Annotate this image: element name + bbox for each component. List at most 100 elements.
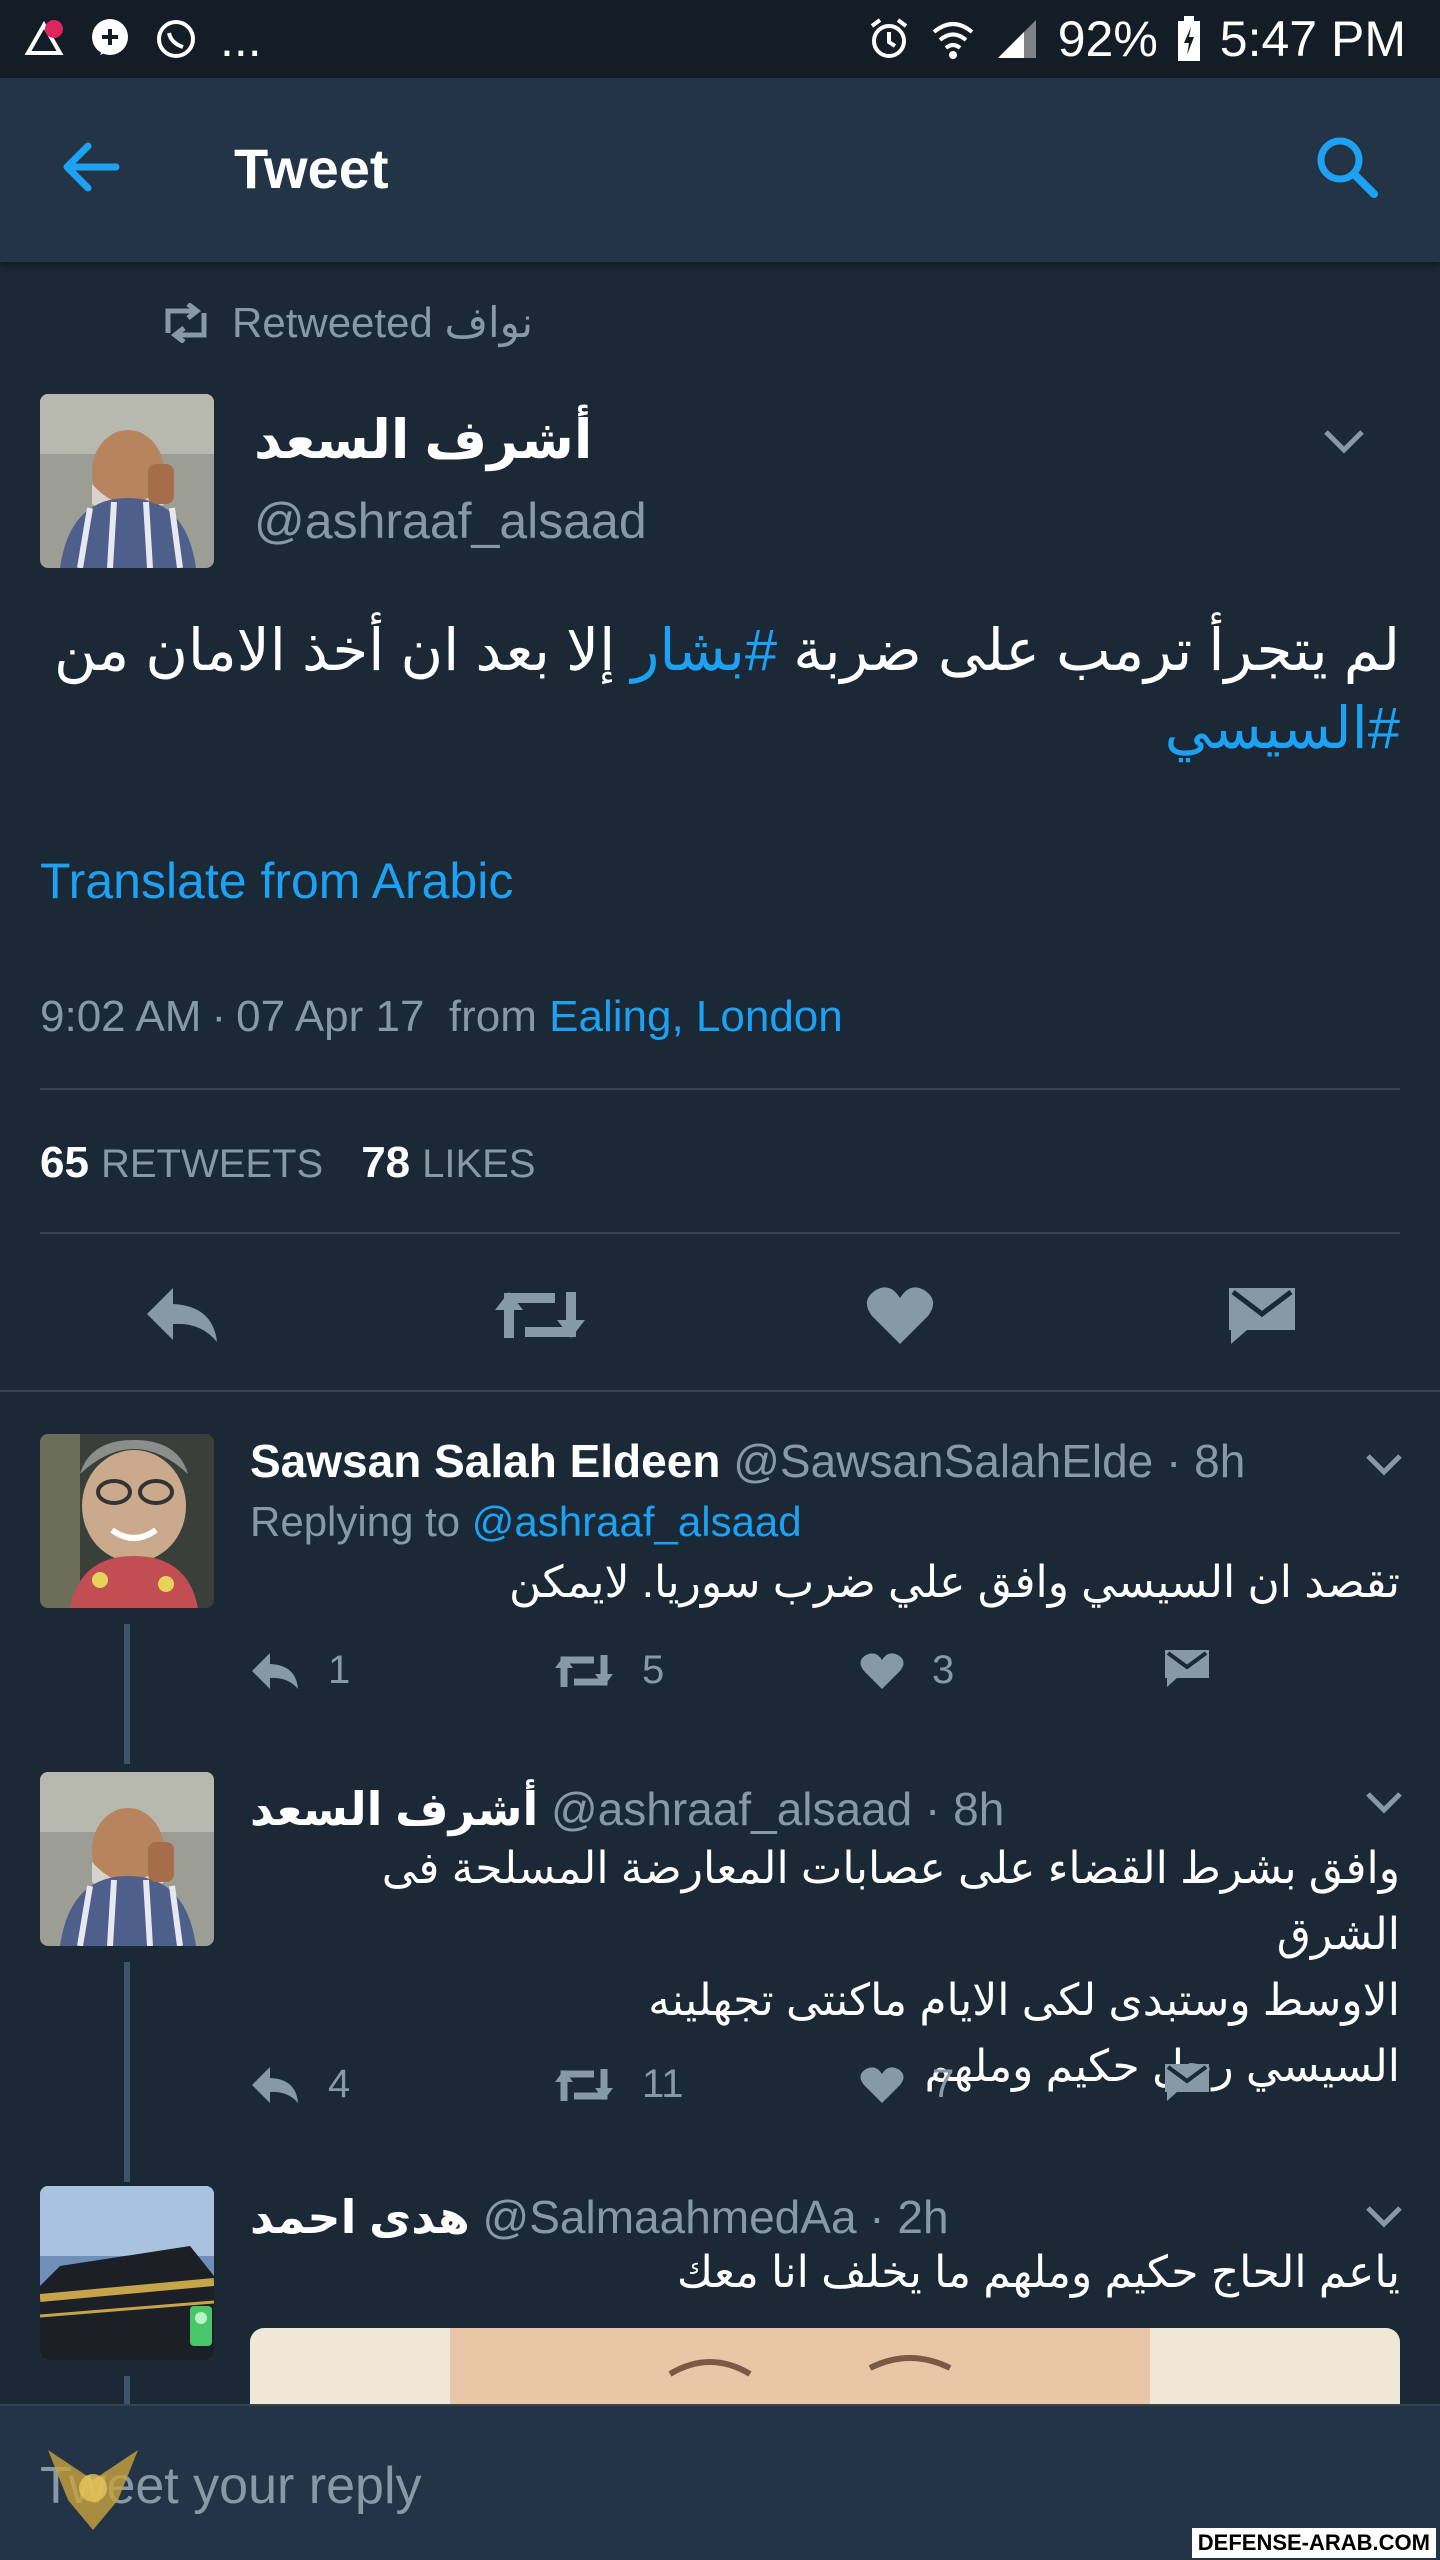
reply-author-name[interactable]: أشرف السعد [250, 1783, 538, 1835]
reply-action-reply[interactable]: 1 [250, 1648, 350, 1693]
battery-percent: 92% [1057, 11, 1158, 67]
avatar[interactable] [40, 394, 214, 568]
reply-media-image[interactable] [250, 2328, 1400, 2404]
signal-icon [997, 20, 1036, 58]
reply-action-like[interactable]: 3 [860, 1648, 954, 1693]
tweet-date: 07 Apr 17 [236, 992, 425, 1041]
whatsapp-icon [157, 20, 195, 58]
thread-line [124, 1962, 130, 2182]
reply-author-name[interactable]: هدى احمد [250, 2191, 470, 2243]
reply-handle-time: @SawsanSalahElde · 8h [733, 1435, 1246, 1487]
reply-text: تقصد ان السيسي وافق علي ضرب سوريا. لايمك… [509, 1558, 1400, 1607]
wifi-icon [932, 22, 973, 59]
like-count: 7 [932, 2062, 955, 2106]
direct-message-button[interactable] [1212, 1270, 1312, 1360]
retweets-count: 65 [40, 1138, 89, 1187]
reply-author-photo [40, 1434, 214, 1608]
author-photo [40, 394, 214, 568]
status-left: ... [22, 11, 262, 67]
retweets-count-group[interactable]: 65 RETWEETS [40, 1138, 323, 1188]
reply-icon [252, 1652, 298, 1689]
reply-author-name[interactable]: Sawsan Salah Eldeen [250, 1435, 720, 1487]
reply-action-message[interactable] [1164, 1648, 1210, 1688]
location-link[interactable]: Ealing, London [549, 992, 843, 1041]
author-name[interactable]: أشرف السعد [254, 408, 592, 471]
tweet-time: 9:02 AM [40, 992, 202, 1041]
chevron-down-icon[interactable] [1322, 428, 1366, 456]
notification-muted-icon [24, 20, 64, 55]
avatar[interactable] [40, 1772, 214, 1946]
heart-icon [866, 1287, 934, 1344]
tweet-text-part2: إلا بعد ان أخذ الامان من [54, 618, 632, 683]
envelope-icon [1229, 1288, 1295, 1344]
retweet-icon [555, 1654, 613, 1687]
chevron-down-icon[interactable] [1364, 1790, 1404, 1816]
retweeted-by: Retweeted نواف [160, 298, 533, 347]
reply-header: أشرف السعد @ashraaf_alsaad · 8h [250, 1782, 1004, 1836]
retweet-button[interactable] [490, 1270, 590, 1360]
reply-text-line: وافق بشرط القضاء على عصابات المعارضة الم… [381, 1844, 1400, 1959]
likes-count-group[interactable]: 78 LIKES [361, 1138, 535, 1188]
reply-handle-time: @ashraaf_alsaad · 8h [551, 1783, 1005, 1835]
reply-count: 4 [328, 2062, 351, 2106]
section-divider [0, 1390, 1440, 1392]
media-photo [250, 2328, 1400, 2404]
retweet-icon [495, 1292, 585, 1338]
reply-action-like[interactable]: 7 [860, 2062, 954, 2107]
status-overflow: ... [220, 11, 262, 67]
clock: 5:47 PM [1219, 11, 1406, 67]
replying-to: Replying to @ashraaf_alsaad [250, 1498, 802, 1546]
reply-action-reply[interactable]: 4 [250, 2062, 350, 2107]
retweeted-by-label: Retweeted نواف [232, 299, 534, 346]
avatar[interactable] [40, 1434, 214, 1608]
divider [40, 1232, 1400, 1234]
reply-count: 1 [328, 1648, 351, 1692]
back-arrow-icon[interactable] [58, 134, 124, 200]
author-handle[interactable]: @ashraaf_alsaad [254, 492, 647, 550]
replying-to-label: Replying to [250, 1498, 461, 1545]
chevron-down-icon[interactable] [1364, 1452, 1404, 1478]
like-count: 3 [932, 1648, 955, 1692]
thread-line [124, 2376, 130, 2406]
page-title: Tweet [234, 137, 389, 200]
status-right: 92% 5:47 PM [866, 8, 1406, 70]
translate-link[interactable]: Translate from Arabic [40, 852, 513, 910]
reply-handle-time: @SalmaahmedAa · 2h [482, 2191, 949, 2243]
reply-action-message[interactable] [1164, 2062, 1210, 2102]
retweets-label: RETWEETS [100, 1142, 324, 1186]
from-label: from [448, 992, 537, 1041]
reply-action-retweet[interactable]: 11 [554, 2062, 684, 2107]
heart-icon [860, 1652, 904, 1689]
heart-icon [860, 2066, 904, 2103]
retweet-count: 11 [642, 2062, 684, 2106]
reply-icon [252, 2066, 298, 2103]
chevron-down-icon[interactable] [1364, 2204, 1404, 2230]
watermark-text: DEFENSE-ARAB.COM [1191, 2528, 1436, 2558]
reply-header: Sawsan Salah Eldeen @SawsanSalahElde · 8… [250, 1434, 1245, 1488]
tweet-text-part1: لم يتجرأ ترمب على ضربة [777, 618, 1400, 683]
like-button[interactable] [850, 1270, 950, 1360]
search-icon[interactable] [1312, 132, 1382, 202]
status-bar: ... 92% 5:47 PM [0, 0, 1440, 78]
retweet-icon [555, 2068, 613, 2101]
hashtag-bashar[interactable]: #بشار [631, 618, 777, 683]
messenger-icon [92, 19, 128, 55]
alarm-icon [870, 18, 907, 58]
likes-label: LIKES [422, 1142, 536, 1186]
reply-action-retweet[interactable]: 5 [554, 1648, 664, 1693]
tweet-meta: 9:02 AM · 07 Apr 17 from Ealing, London [40, 992, 843, 1041]
thread-line [124, 1624, 130, 1764]
avatar[interactable] [40, 2186, 214, 2360]
replying-to-handle[interactable]: @ashraaf_alsaad [472, 1498, 802, 1545]
reply-author-photo [40, 2186, 214, 2360]
hashtag-sisi[interactable]: #السيسي [1165, 696, 1400, 761]
reply-text: ياعم الحاج حكيم وملهم ما يخلف انا معك [676, 2248, 1400, 2297]
reply-header: هدى احمد @SalmaahmedAa · 2h [250, 2190, 949, 2244]
envelope-icon [1165, 1650, 1209, 1687]
retweet-count: 5 [642, 1648, 665, 1692]
engagement-counts: 65 RETWEETS 78 LIKES [40, 1138, 536, 1188]
likes-count: 78 [361, 1138, 411, 1187]
reply-button[interactable] [132, 1270, 232, 1360]
divider [40, 1088, 1400, 1090]
app-bar: Tweet [0, 78, 1440, 262]
